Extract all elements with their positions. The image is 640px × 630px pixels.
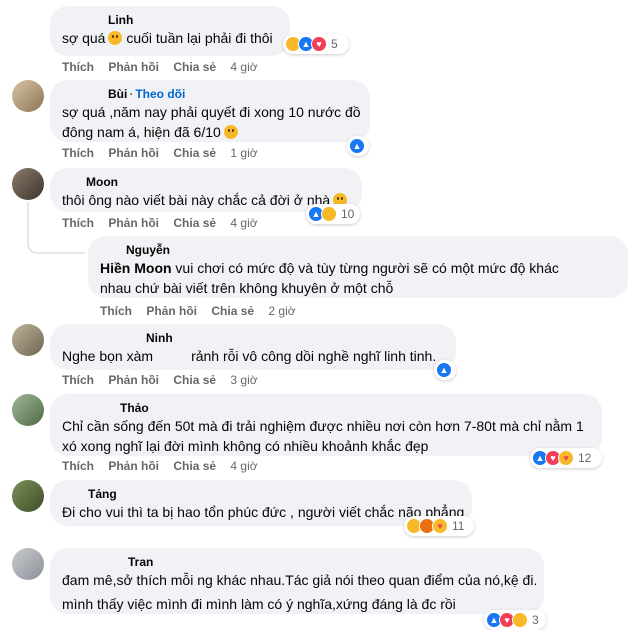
grin-emoji-icon: [223, 125, 238, 139]
like-button[interactable]: Thích: [62, 216, 94, 230]
reply-button[interactable]: Phản hồi: [108, 459, 159, 473]
comment-text: Nghe bọn xàm rảnh rỗi vô công dồi nghề ng…: [62, 348, 437, 364]
reaction-summary[interactable]: ▲ ♥ 5: [283, 34, 349, 54]
reaction-count: 11: [452, 519, 465, 533]
comment-bubble: Nguyễn Hiền Moon vui chơi có mức độ và t…: [88, 236, 628, 298]
comment-author[interactable]: Tran: [62, 554, 532, 570]
comment-bubble: Linh sợ quá cuối tuần lại phải đi thôi: [50, 6, 290, 56]
comment-author[interactable]: Bùi · Theo dõi: [62, 86, 358, 102]
comment-text-line-2: nhau chứ bài viết trên không khuyên ở mộ…: [100, 280, 394, 296]
comment-text: Đi cho vui thì ta bị hao tổn phúc đức , …: [62, 504, 465, 520]
comment-actions: Thích Phản hồi Chia sẻ 4 giờ: [62, 60, 269, 74]
like-reaction-icon: ▲: [436, 362, 452, 378]
comment-text-line-1: đam mê,sở thích mỗi ng khác nhau.Tác giả…: [62, 572, 538, 588]
reply-button[interactable]: Phản hồi: [108, 216, 159, 230]
timestamp[interactable]: 4 giờ: [230, 459, 257, 473]
care-reaction-icon: ♥: [432, 518, 448, 534]
reaction-count: 10: [341, 207, 355, 221]
comment-actions: Thích Phản hồi Chia sẻ 1 giờ: [62, 146, 269, 160]
comment-actions: Thích Phản hồi Chia sẻ 4 giờ: [62, 459, 269, 473]
reaction-summary[interactable]: ▲ 10: [306, 204, 360, 224]
comment-author[interactable]: Linh: [62, 12, 278, 28]
comment-author[interactable]: Moon: [62, 174, 350, 190]
like-button[interactable]: Thích: [62, 146, 94, 160]
comment-author[interactable]: Ninh: [62, 330, 444, 346]
comment-bubble: Thảo Chỉ cần sống đến 50t mà đi trải ngh…: [50, 394, 602, 456]
like-button[interactable]: Thích: [62, 373, 94, 387]
comment-actions: Thích Phản hồi Chia sẻ 2 giờ: [100, 304, 307, 318]
comment-author[interactable]: Nguyễn: [100, 242, 616, 258]
share-button[interactable]: Chia sẻ: [173, 60, 216, 74]
avatar[interactable]: [12, 324, 44, 356]
reaction-summary[interactable]: ▲ ♥ 3: [484, 610, 546, 630]
sad-reaction-icon: [512, 612, 528, 628]
like-reaction-icon: ▲: [349, 138, 365, 154]
comment-text-line-1: Hiền Moon vui chơi có mức độ và tùy từng…: [100, 260, 559, 276]
reaction-count: 5: [331, 37, 338, 51]
comment-text-line-2: xó xong nghĩ lại đời mình không có nhiều…: [62, 438, 429, 454]
reaction-count: 12: [578, 451, 592, 465]
like-button[interactable]: Thích: [62, 60, 94, 74]
reaction-count: 3: [532, 613, 539, 627]
timestamp[interactable]: 3 giờ: [230, 373, 257, 387]
comment-text-line-2: đông nam á, hiện đã 6/10: [62, 122, 358, 142]
comment-text-line-1: sợ quá ,năm nay phải quyết đi xong 10 nư…: [62, 104, 361, 120]
comment-bubble: Tran đam mê,sở thích mỗi ng khác nhau.Tá…: [50, 548, 544, 614]
comment-actions: Thích Phản hồi Chia sẻ 3 giờ: [62, 373, 269, 387]
timestamp[interactable]: 4 giờ: [230, 216, 257, 230]
share-button[interactable]: Chia sẻ: [173, 216, 216, 230]
reply-button[interactable]: Phản hồi: [108, 146, 159, 160]
avatar[interactable]: [12, 168, 44, 200]
avatar[interactable]: [12, 394, 44, 426]
haha-reaction-icon: [321, 206, 337, 222]
follow-link[interactable]: Theo dõi: [135, 87, 185, 101]
comment-bubble: Ninh Nghe bọn xàm rảnh rỗi vô công dồi ng…: [50, 324, 456, 370]
like-button[interactable]: Thích: [100, 304, 132, 318]
love-reaction-icon: ♥: [311, 36, 327, 52]
timestamp[interactable]: 4 giờ: [230, 60, 257, 74]
comment-text: sợ quá cuối tuần lại phải đi thôi: [62, 30, 273, 46]
comment-author[interactable]: Thảo: [62, 400, 590, 416]
reaction-summary[interactable]: ▲ ♥ ♥ 12: [530, 448, 602, 468]
scared-emoji-icon: [108, 31, 123, 45]
comment-actions: Thích Phản hồi Chia sẻ 4 giờ: [62, 216, 269, 230]
comment-author[interactable]: Tảng: [62, 486, 460, 502]
share-button[interactable]: Chia sẻ: [173, 373, 216, 387]
timestamp[interactable]: 1 giờ: [230, 146, 257, 160]
timestamp[interactable]: 2 giờ: [268, 304, 295, 318]
avatar[interactable]: [12, 480, 44, 512]
avatar[interactable]: [12, 80, 44, 112]
like-button[interactable]: Thích: [62, 459, 94, 473]
reply-button[interactable]: Phản hồi: [146, 304, 197, 318]
share-button[interactable]: Chia sẻ: [211, 304, 254, 318]
reaction-summary[interactable]: ▲: [347, 136, 369, 156]
mention-link[interactable]: Hiền Moon: [100, 260, 172, 276]
share-button[interactable]: Chia sẻ: [173, 146, 216, 160]
reaction-summary[interactable]: ♥ 11: [404, 516, 474, 536]
reply-button[interactable]: Phản hồi: [108, 60, 159, 74]
comment-text: thôi ông nào viết bài này chắc cả đời ở …: [62, 190, 350, 210]
comment-text-line-2: mình thấy việc mình đi mình làm có ý ngh…: [62, 596, 456, 612]
reply-button[interactable]: Phản hồi: [108, 373, 159, 387]
comment-bubble: Bùi · Theo dõi sợ quá ,năm nay phải quyết …: [50, 80, 370, 142]
care-reaction-icon: ♥: [558, 450, 574, 466]
comment-text-line-1: Chỉ cần sống đến 50t mà đi trải nghiệm đ…: [62, 418, 584, 434]
reaction-summary[interactable]: ▲: [434, 360, 456, 380]
share-button[interactable]: Chia sẻ: [173, 459, 216, 473]
avatar[interactable]: [12, 548, 44, 580]
redacted-text: [153, 349, 192, 361]
